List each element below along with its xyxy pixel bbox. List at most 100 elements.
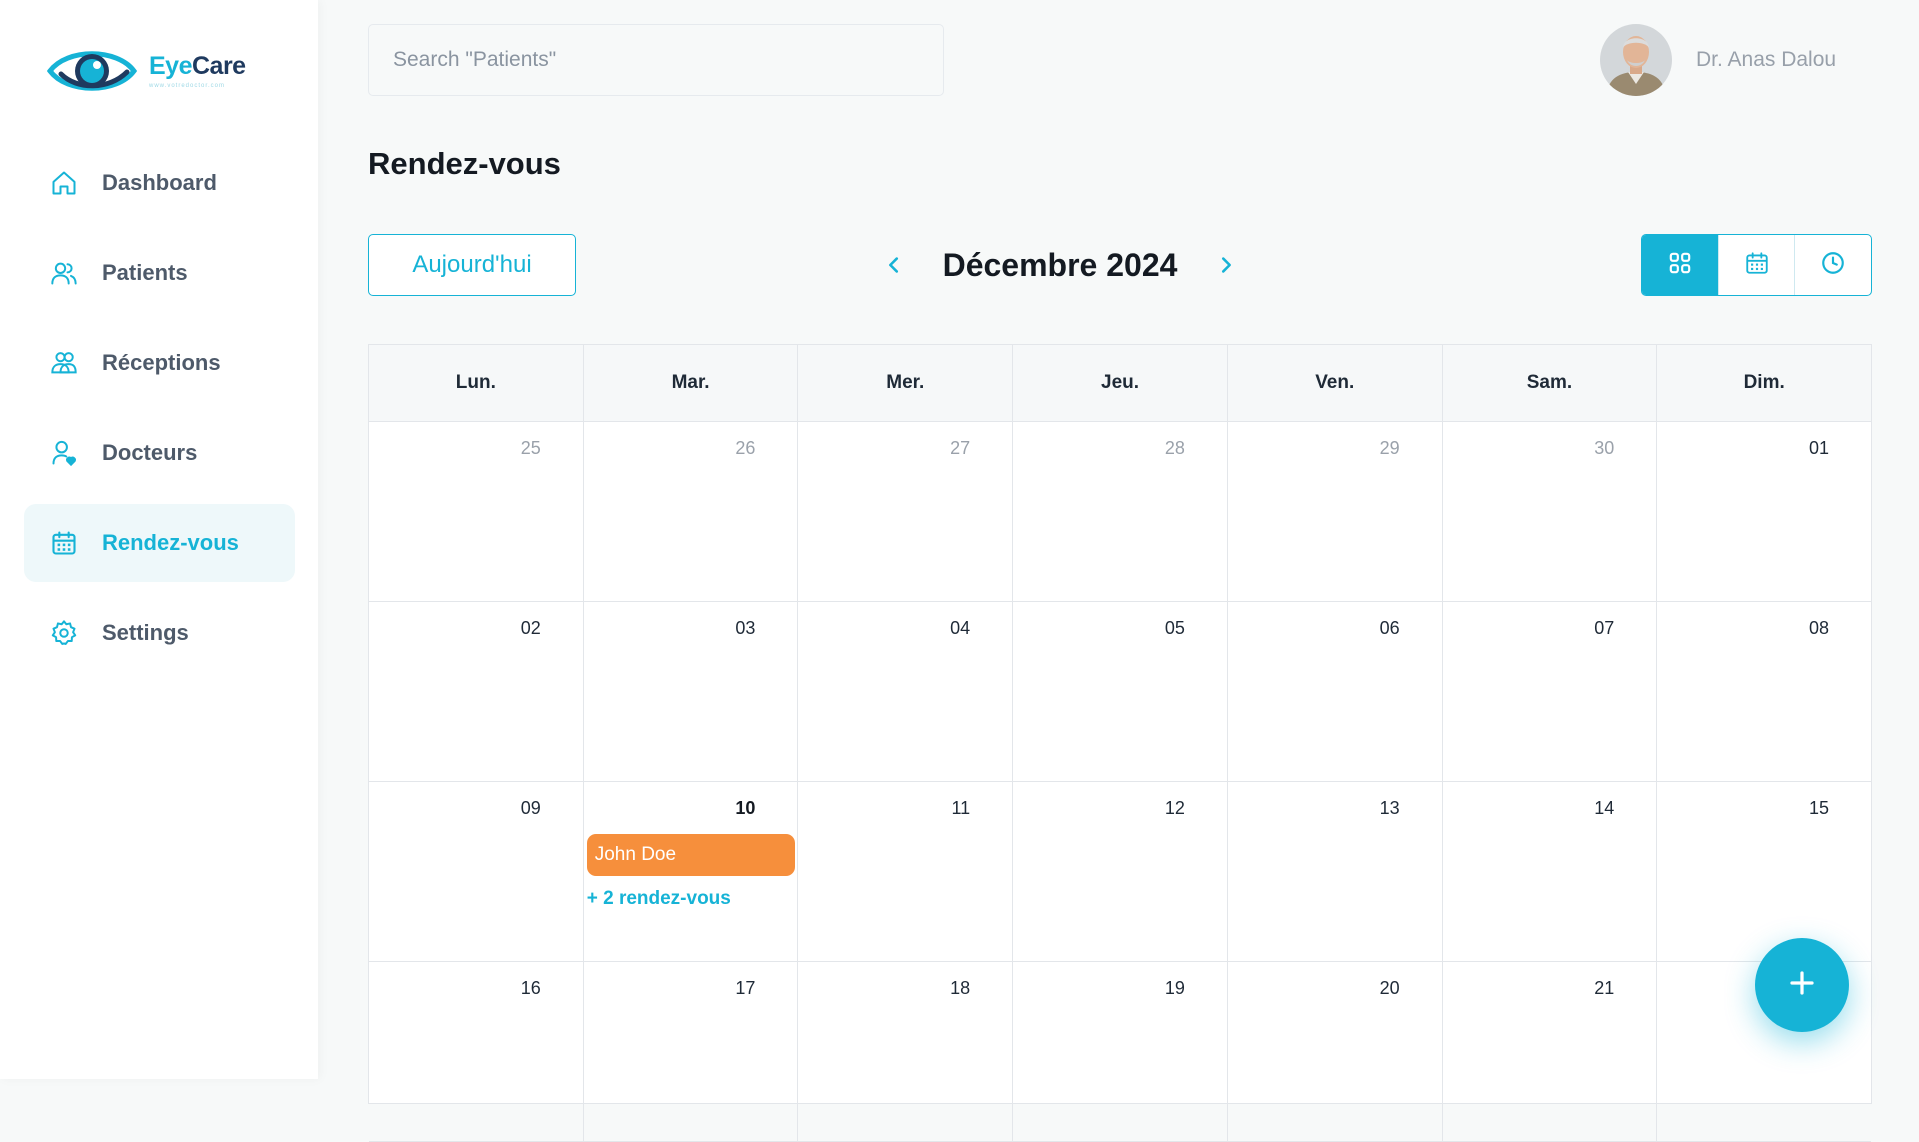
weekday-label: Dim. (1656, 345, 1871, 421)
view-toggle (1641, 234, 1872, 296)
chevron-left-icon[interactable] (870, 241, 918, 289)
sidebar-item-label: Docteurs (102, 440, 198, 465)
users-icon (48, 257, 80, 289)
sidebar-item-label: Settings (102, 620, 189, 645)
calendar-day-cell[interactable]: 28 (1012, 422, 1227, 601)
calendar-day-cell[interactable]: 15 (1656, 782, 1871, 961)
weekday-label: Ven. (1226, 345, 1442, 421)
calendar-grid: 25 26 27 28 29 30 01 02 03 04 05 06 07 08 09 10 John Doe… (369, 422, 1871, 1142)
day-number: 29 (1379, 438, 1400, 458)
gear-icon (48, 617, 80, 649)
weekday-label: Mar. (582, 345, 798, 421)
day-number: 25 (520, 438, 541, 458)
calendar-day-cell[interactable]: 06 (1226, 602, 1442, 781)
weekday-label: Mer. (797, 345, 1012, 421)
home-icon (48, 167, 80, 199)
calendar-day-cell[interactable]: 19 (1012, 962, 1227, 1141)
day-number: 12 (1164, 798, 1185, 818)
user-name: Dr. Anas Dalou (1696, 48, 1837, 71)
doctor-icon (48, 437, 80, 469)
weekday-label: Jeu. (1012, 345, 1227, 421)
day-number: 30 (1594, 438, 1615, 458)
day-number: 01 (1809, 438, 1830, 458)
calendar-day-cell[interactable]: 25 (369, 422, 583, 601)
clock-view-icon (1820, 250, 1846, 281)
add-appointment-button[interactable] (1755, 938, 1849, 1032)
sidebar-item-rendez-vous[interactable]: Rendez-vous (24, 504, 295, 582)
day-number: 14 (1594, 798, 1615, 818)
calendar-day-cell[interactable]: 01 (1656, 422, 1871, 601)
grid-view-icon (1667, 250, 1693, 281)
calendar-day-cell[interactable]: 14 (1441, 782, 1657, 961)
calendar-day-cell[interactable]: 02 (369, 602, 583, 781)
day-number: 17 (735, 978, 756, 998)
day-number: 19 (1164, 978, 1185, 998)
calendar-day-cell[interactable]: 27 (797, 422, 1012, 601)
sidebar-item-label: Dashboard (102, 170, 217, 195)
search-input[interactable] (368, 24, 944, 96)
day-number: 06 (1379, 618, 1400, 638)
calendar-day-cell[interactable]: 04 (797, 602, 1012, 781)
day-number: 28 (1164, 438, 1185, 458)
calendar-day-cell[interactable]: 29 (1226, 422, 1442, 601)
sidebar: EyeCare www.votredoctor.com Dashboard Pa… (0, 0, 318, 1079)
calendar-day-cell[interactable]: 09 (369, 782, 583, 961)
calendar-day-cell[interactable]: 26 (582, 422, 798, 601)
day-number: 09 (520, 798, 541, 818)
more-appointments-link[interactable]: + 2 rendez-vous (587, 888, 731, 910)
calendar-view-button[interactable] (1717, 235, 1795, 295)
calendar-day-cell[interactable]: 07 (1441, 602, 1657, 781)
calendar-icon (48, 527, 80, 559)
calendar-day-cell[interactable]: 05 (1012, 602, 1227, 781)
eyecare-logo[interactable]: EyeCare www.votredoctor.com (47, 44, 246, 98)
sidebar-item-settings[interactable]: Settings (24, 594, 295, 672)
calendar-day-cell[interactable]: 12 (1012, 782, 1227, 961)
calendar-day-cell[interactable]: 16 (369, 962, 583, 1141)
sidebar-item-receptions[interactable]: Réceptions (24, 324, 295, 402)
calendar-week-row: 25 26 27 28 29 30 01 (369, 422, 1871, 602)
day-number: 18 (950, 978, 971, 998)
day-number: 10 (735, 798, 756, 818)
day-number: 04 (950, 618, 971, 638)
calendar-day-cell[interactable]: 21 (1441, 962, 1657, 1141)
day-number: 11 (951, 798, 971, 818)
logo-title: EyeCare (149, 51, 246, 80)
day-number: 07 (1594, 618, 1615, 638)
calendar-day-cell[interactable]: 08 (1656, 602, 1871, 781)
weekday-label: Lun. (455, 372, 496, 393)
calendar-day-cell[interactable]: 20 (1226, 962, 1442, 1141)
calendar-day-cell[interactable]: 11 (797, 782, 1012, 961)
day-number: 08 (1809, 618, 1830, 638)
sidebar-item-dashboard[interactable]: Dashboard (24, 144, 295, 222)
sidebar-item-label: Réceptions (102, 350, 221, 375)
month-navigation: Décembre 2024 (870, 234, 1250, 296)
today-button[interactable]: Aujourd'hui (368, 234, 576, 296)
calendar-day-cell[interactable]: 13 (1226, 782, 1442, 961)
calendar-week-row: 02 03 04 05 06 07 08 (369, 602, 1871, 782)
sidebar-item-label: Patients (102, 260, 188, 285)
sidebar-item-docteurs[interactable]: Docteurs (24, 414, 295, 492)
calendar-day-cell[interactable]: 03 (582, 602, 798, 781)
sidebar-item-patients[interactable]: Patients (24, 234, 295, 312)
avatar[interactable] (1600, 24, 1672, 96)
calendar-day-cell[interactable]: 18 (797, 962, 1012, 1141)
calendar-day-cell[interactable]: 17 (582, 962, 798, 1141)
grid-view-button[interactable] (1642, 235, 1718, 295)
user-profile[interactable]: Dr. Anas Dalou (1600, 24, 1836, 96)
page-title: Rendez-vous (368, 146, 561, 181)
plus-icon (1787, 968, 1817, 1003)
day-number: 13 (1379, 798, 1400, 818)
calendar-view-icon (1744, 250, 1770, 281)
calendar-day-cell[interactable]: 10 John Doe + 2 rendez-vous (582, 782, 798, 961)
day-number: 26 (735, 438, 756, 458)
calendar-week-row: 16 17 18 19 20 21 (369, 962, 1871, 1142)
current-month-label: Décembre 2024 (942, 246, 1178, 283)
appointment-event[interactable]: John Doe (586, 834, 796, 876)
chevron-right-icon[interactable] (1202, 241, 1250, 289)
day-number: 27 (950, 438, 971, 458)
day-number: 15 (1809, 798, 1830, 818)
day-number: 20 (1379, 978, 1400, 998)
calendar-day-cell[interactable]: 30 (1441, 422, 1657, 601)
reception-icon (48, 347, 80, 379)
clock-view-button[interactable] (1794, 235, 1871, 295)
